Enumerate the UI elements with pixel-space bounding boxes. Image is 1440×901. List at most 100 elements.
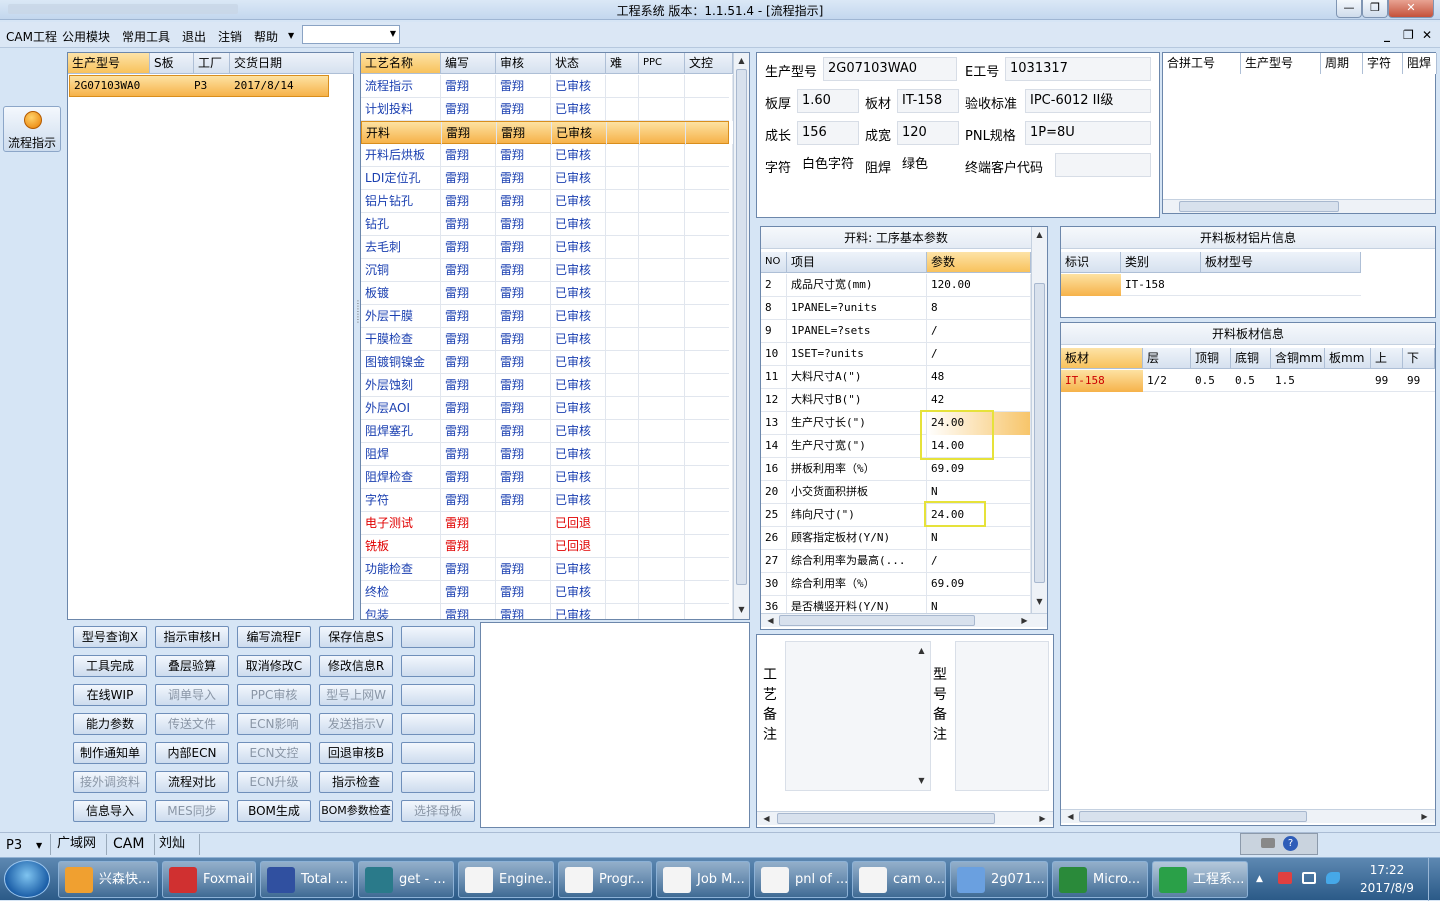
table-row[interactable]: 计划投料 雷翔 雷翔 已审核 — [361, 98, 733, 121]
proc-header-doc[interactable]: 文控 — [685, 53, 733, 74]
menu-combo[interactable]: ▼ — [302, 25, 400, 44]
process-notes-textarea[interactable]: ▲ ▼ — [785, 641, 931, 791]
sheet-header-mark[interactable]: 标识 — [1061, 252, 1121, 273]
param-value[interactable]: 48 — [927, 366, 1031, 389]
param-value[interactable]: 69.09 — [927, 573, 1031, 596]
merge-header-mask[interactable]: 阻焊 — [1403, 53, 1437, 74]
table-row[interactable]: 2G07103WA0 P3 2017/8/14 — [69, 75, 329, 97]
action-button[interactable]: 流程对比 — [155, 771, 229, 793]
scroll-right-icon[interactable]: ▶ — [1017, 614, 1032, 628]
language-bar[interactable]: ? — [1240, 833, 1318, 855]
tray-app-icon[interactable] — [1278, 872, 1292, 884]
table-row[interactable]: 阻焊 雷翔 雷翔 已审核 — [361, 443, 733, 466]
scroll-thumb[interactable] — [1034, 283, 1045, 583]
merge-hscroll-thumb[interactable] — [1179, 201, 1339, 212]
table-row[interactable]: 铝片钻孔 雷翔 雷翔 已审核 — [361, 190, 733, 213]
board-header-material[interactable]: 板材 — [1061, 348, 1143, 369]
material-field[interactable]: IT-158 — [897, 89, 959, 113]
scroll-down-icon[interactable]: ▼ — [914, 774, 929, 788]
sheet-header-model[interactable]: 板材型号 — [1201, 252, 1361, 273]
show-desktop-button[interactable] — [1428, 858, 1440, 901]
taskbar-item[interactable]: Progr... — [558, 861, 652, 898]
action-button[interactable]: 指示检查 — [319, 771, 393, 793]
flow-instruction-button[interactable]: 流程指示 — [3, 106, 61, 152]
table-row[interactable]: 板镀 雷翔 雷翔 已审核 — [361, 282, 733, 305]
table-row[interactable]: 开料 雷翔 雷翔 已审核 — [361, 121, 734, 145]
menu-common-modules[interactable]: 公用模块 — [62, 28, 110, 45]
scroll-left-icon[interactable]: ◀ — [1063, 810, 1078, 824]
scroll-up-icon[interactable]: ▲ — [1032, 228, 1047, 242]
taskbar-item[interactable]: cam o... — [852, 861, 946, 898]
table-row[interactable]: 去毛刺 雷翔 雷翔 已审核 — [361, 236, 733, 259]
action-button[interactable]: 选择母板 — [401, 800, 475, 822]
param-value[interactable]: N — [927, 527, 1031, 550]
mdi-minimize-icon[interactable]: _ — [1384, 28, 1390, 42]
table-row[interactable]: 包装 雷翔 雷翔 已审核 — [361, 604, 733, 619]
taskbar-item[interactable]: 兴森快... — [58, 861, 158, 898]
scroll-left-icon[interactable]: ◀ — [759, 812, 774, 826]
taskbar-item[interactable]: Total ... — [260, 861, 354, 898]
status-factory[interactable]: P3 — [6, 838, 22, 853]
process-scrollbar[interactable]: ▲ ▼ — [733, 53, 749, 619]
help-icon[interactable]: ? — [1283, 836, 1298, 851]
param-value[interactable]: / — [927, 550, 1031, 573]
action-button[interactable]: 编写流程F — [237, 626, 311, 648]
chevron-down-icon[interactable]: ▼ — [36, 841, 42, 850]
table-row[interactable]: 阻焊塞孔 雷翔 雷翔 已审核 — [361, 420, 733, 443]
action-button[interactable]: 在线WIP — [73, 684, 147, 706]
taskbar-item[interactable]: 2g071... — [950, 861, 1048, 898]
action-button[interactable]: 回退审核B — [319, 742, 393, 764]
action-button[interactable]: ECN影响 — [237, 713, 311, 735]
table-row[interactable]: 2 成品尺寸宽(mm) 120.00 — [761, 274, 1031, 297]
merge-header-model[interactable]: 生产型号 — [1241, 53, 1321, 74]
job-header-model[interactable]: 生产型号 — [68, 53, 150, 74]
board-header-top[interactable]: 顶铜 — [1191, 348, 1231, 369]
menu-logout[interactable]: 注销 — [218, 28, 242, 45]
params-header-no[interactable]: NO — [761, 252, 787, 273]
action-button[interactable]: 型号查询X — [73, 626, 147, 648]
proc-header-name[interactable]: 工艺名称 — [361, 53, 441, 74]
table-row[interactable]: 外层干膜 雷翔 雷翔 已审核 — [361, 305, 733, 328]
params-header-value[interactable]: 参数 — [927, 252, 1031, 273]
taskbar-item[interactable]: 工程系... — [1152, 861, 1248, 898]
scroll-thumb[interactable] — [779, 615, 975, 626]
action-button[interactable]: PPC审核 — [237, 684, 311, 706]
table-row[interactable]: 26 顾客指定板材(Y/N) N — [761, 527, 1031, 550]
action-button[interactable]: 型号上网W — [319, 684, 393, 706]
thickness-field[interactable]: 1.60 — [797, 89, 859, 113]
proc-header-difficulty[interactable]: 难 — [606, 53, 639, 74]
param-value[interactable]: 42 — [927, 389, 1031, 412]
table-row[interactable]: 图镀铜镍金 雷翔 雷翔 已审核 — [361, 351, 733, 374]
action-button[interactable]: 内部ECN — [155, 742, 229, 764]
table-row[interactable]: 12 大料尺寸B(") 42 — [761, 389, 1031, 412]
action-button[interactable]: 能力参数 — [73, 713, 147, 735]
job-header-s[interactable]: S板 — [150, 53, 194, 74]
scroll-thumb[interactable] — [777, 813, 995, 824]
keyboard-icon[interactable] — [1261, 838, 1275, 848]
params-scrollbar[interactable]: ▲ ▼ — [1031, 227, 1047, 613]
action-button[interactable] — [401, 771, 475, 793]
merge-header-cycle[interactable]: 周期 — [1321, 53, 1363, 74]
scroll-thumb[interactable] — [736, 69, 747, 585]
menu-exit[interactable]: 退出 — [182, 28, 206, 45]
board-header-board[interactable]: 板mm — [1325, 348, 1371, 369]
param-value[interactable]: / — [927, 343, 1031, 366]
job-header-factory[interactable]: 工厂 — [194, 53, 230, 74]
board-header-down[interactable]: 下 — [1403, 348, 1435, 369]
table-row[interactable]: 电子测试 雷翔 已回退 — [361, 512, 733, 535]
width-field[interactable]: 120 — [897, 121, 959, 145]
proc-header-reviewer[interactable]: 审核 — [496, 53, 551, 74]
action-button[interactable]: 修改信息R — [319, 655, 393, 677]
table-row[interactable]: LDI定位孔 雷翔 雷翔 已审核 — [361, 167, 733, 190]
table-row[interactable]: 沉铜 雷翔 雷翔 已审核 — [361, 259, 733, 282]
table-row[interactable]: IT-158 — [1061, 274, 1361, 296]
merge-header-job[interactable]: 合拼工号 — [1163, 53, 1241, 74]
action-button[interactable]: 保存信息S — [319, 626, 393, 648]
proc-header-ppc[interactable]: PPC — [639, 53, 685, 74]
scroll-up-icon[interactable]: ▲ — [914, 644, 929, 658]
action-button[interactable]: ECN升级 — [237, 771, 311, 793]
action-button[interactable] — [401, 742, 475, 764]
table-row[interactable]: 开料后烘板 雷翔 雷翔 已审核 — [361, 144, 733, 167]
merge-hscroll[interactable] — [1163, 199, 1435, 213]
table-row[interactable]: 16 拼板利用率（%） 69.09 — [761, 458, 1031, 481]
